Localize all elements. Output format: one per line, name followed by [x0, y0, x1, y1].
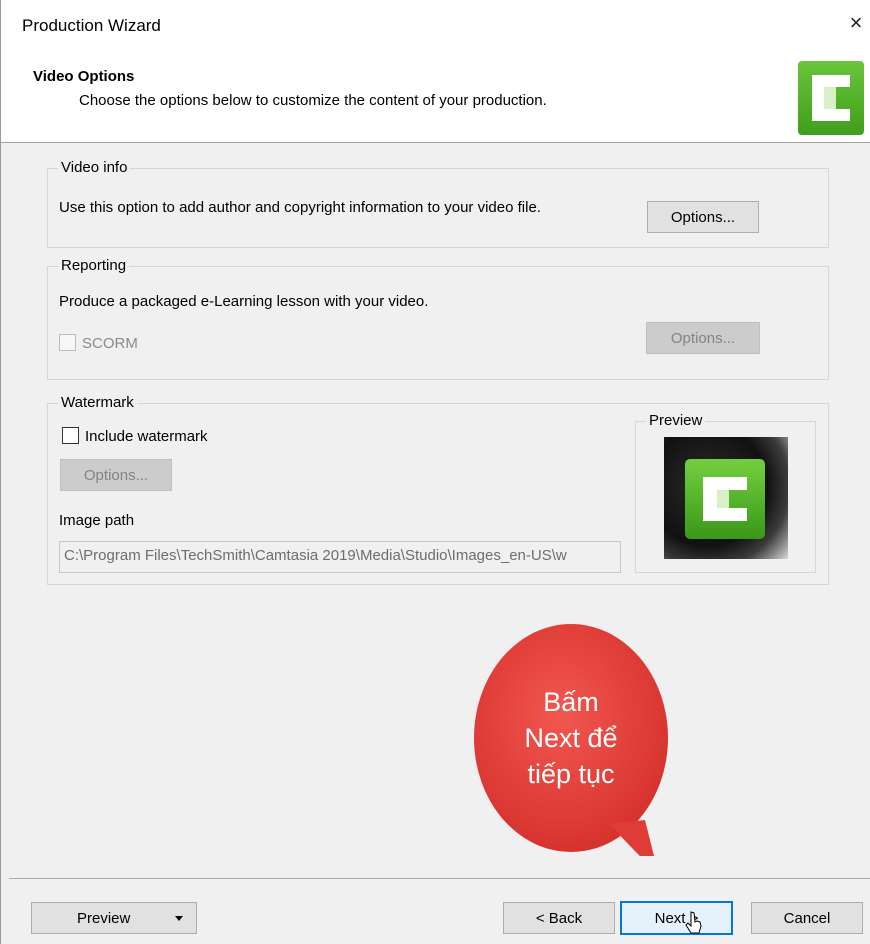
callout-line-3: tiếp tục	[527, 759, 615, 789]
next-button[interactable]: Next >	[620, 901, 733, 935]
scorm-label: SCORM	[82, 335, 138, 352]
reporting-group: Reporting Produce a packaged e-Learning …	[47, 257, 829, 380]
image-path-label: Image path	[59, 512, 135, 529]
preview-dropdown-button[interactable]: Preview	[31, 902, 197, 934]
video-info-description: Use this option to add author and copyri…	[59, 199, 541, 216]
camtasia-logo-icon	[798, 61, 864, 135]
window-title: Production Wizard	[22, 16, 161, 35]
watermark-preview-image	[664, 437, 788, 559]
watermark-options-button[interactable]: Options...	[60, 459, 172, 491]
page-subtitle: Choose the options below to customize th…	[79, 92, 547, 109]
cancel-button[interactable]: Cancel	[751, 902, 863, 934]
page-title: Video Options	[33, 68, 135, 85]
callout-text: Bấm Next để tiếp tục	[473, 684, 669, 792]
back-button[interactable]: < Back	[503, 902, 615, 934]
title-bar: Production Wizard ×	[1, 0, 870, 54]
scorm-checkbox[interactable]	[59, 334, 76, 351]
watermark-label: Watermark	[58, 394, 137, 411]
reporting-description: Produce a packaged e-Learning lesson wit…	[59, 293, 429, 310]
close-icon[interactable]: ×	[841, 8, 870, 38]
camtasia-logo-icon	[685, 459, 765, 539]
video-info-options-button[interactable]: Options...	[647, 201, 759, 233]
include-watermark-label: Include watermark	[85, 428, 208, 445]
watermark-preview-label: Preview	[646, 412, 706, 429]
footer-divider	[9, 878, 870, 879]
preview-button-label: Preview	[77, 909, 131, 927]
reporting-options-button[interactable]: Options...	[646, 322, 760, 354]
callout-line-1: Bấm	[543, 687, 599, 717]
image-path-input[interactable]: C:\Program Files\TechSmith\Camtasia 2019…	[59, 541, 621, 573]
video-info-group: Video info Use this option to add author…	[47, 159, 829, 248]
production-wizard-window: Production Wizard × Video Options Choose…	[0, 0, 870, 944]
callout-line-2: Next để	[524, 723, 618, 753]
callout-bubble: Bấm Next để tiếp tục	[473, 624, 669, 876]
page-header: Video Options Choose the options below t…	[1, 54, 870, 143]
video-info-label: Video info	[58, 159, 131, 176]
chevron-down-icon	[174, 916, 183, 922]
mouse-pointer-icon	[685, 911, 705, 944]
reporting-label: Reporting	[58, 257, 130, 274]
include-watermark-checkbox[interactable]	[62, 427, 79, 444]
